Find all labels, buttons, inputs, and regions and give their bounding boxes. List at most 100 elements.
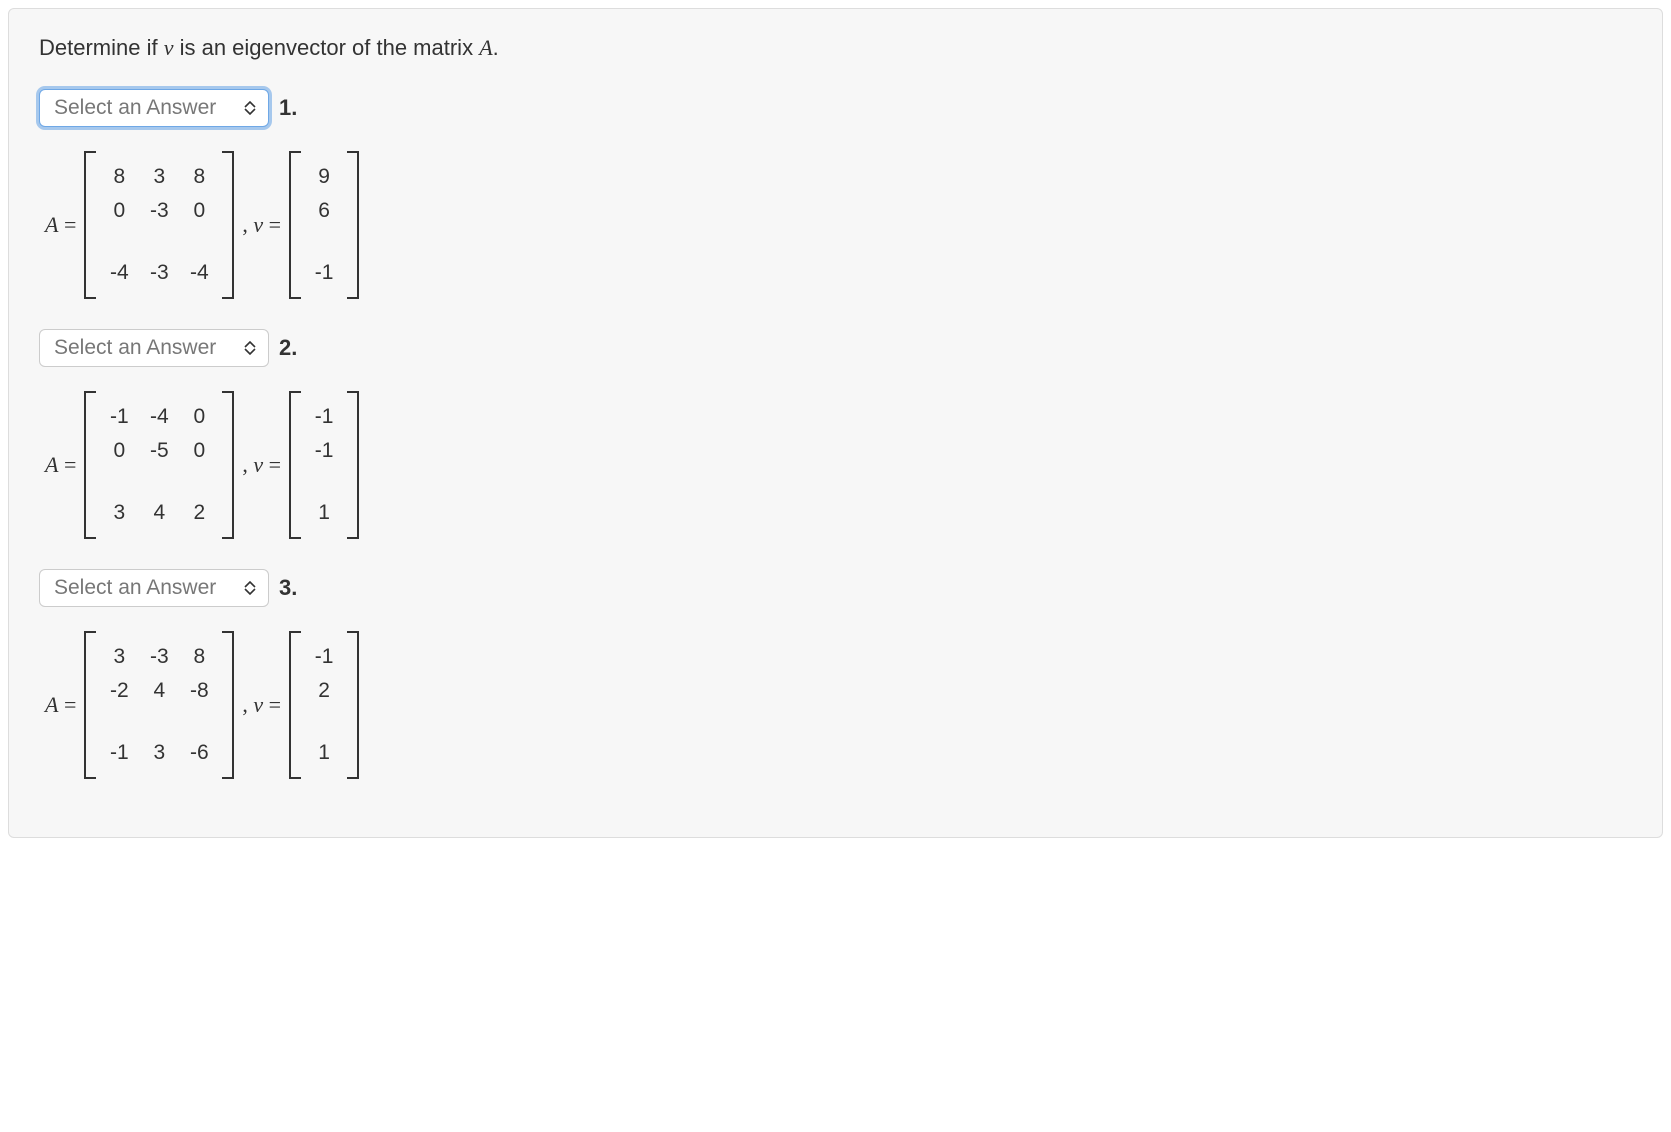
matrix-A-cell: -3	[148, 645, 170, 669]
bracket-right	[345, 631, 359, 779]
matrix-A-body: -1 -4 0 0 -5 0 342	[98, 391, 220, 539]
equation: A = 838 0 -3 0 -4 -3 -4 , v = 9 6 -1	[39, 133, 1632, 317]
matrix-A-cell: 3	[148, 165, 170, 189]
matrix-spacer	[188, 713, 210, 731]
bracket-right	[345, 151, 359, 299]
chevron-up-down-icon	[244, 341, 256, 355]
matrix-v-cell: -1	[313, 405, 335, 429]
A-equals-label: A =	[45, 212, 76, 238]
matrix-v-body: -1 2 1	[303, 631, 345, 779]
matrix-A-cell: -4	[188, 261, 210, 285]
answer-select[interactable]: Select an Answer	[39, 569, 269, 607]
matrix-A: -1 -4 0 0 -5 0 342	[84, 391, 234, 539]
part-header: Select an Answer 1.	[39, 89, 1632, 127]
matrix-v: -1 2 1	[289, 631, 359, 779]
matrix-A-cell: -3	[148, 261, 170, 285]
A-equals-label: A =	[45, 692, 76, 718]
bracket-right	[220, 151, 234, 299]
matrix-v-body: -1 -1 1	[303, 391, 345, 539]
part-number: 1.	[279, 95, 297, 121]
answer-select[interactable]: Select an Answer	[39, 89, 269, 127]
question-mid: is an eigenvector of the matrix	[173, 35, 479, 60]
bracket-left	[289, 151, 303, 299]
comma-v-equals-label: , v =	[242, 692, 281, 718]
bracket-left	[289, 631, 303, 779]
answer-select[interactable]: Select an Answer	[39, 329, 269, 367]
matrix-v: -1 -1 1	[289, 391, 359, 539]
matrix-A-cell: -5	[148, 439, 170, 463]
matrix-A-cell: 8	[188, 165, 210, 189]
matrix-A: 838 0 -3 0 -4 -3 -4	[84, 151, 234, 299]
matrix-A-cell: 3	[108, 645, 130, 669]
bracket-right	[345, 391, 359, 539]
matrix-A-cell: 0	[108, 199, 130, 223]
matrix-A-cell: 8	[108, 165, 130, 189]
matrix-A-cell: 0	[188, 199, 210, 223]
equation: A = 3-38-24-8-13-6, v = -121	[39, 613, 1632, 797]
question-text: Determine if v is an eigenvector of the …	[39, 35, 1632, 61]
matrix-spacer	[313, 473, 335, 491]
matrix-spacer	[313, 233, 335, 251]
matrix-v: 9 6 -1	[289, 151, 359, 299]
matrix-A-body: 3-38-24-8-13-6	[98, 631, 220, 779]
part-header: Select an Answer 2.	[39, 329, 1632, 367]
answer-select-label: Select an Answer	[54, 96, 216, 120]
matrix-A-cell: 4	[148, 501, 170, 525]
matrix-A-cell: 3	[148, 741, 170, 765]
matrix-spacer	[108, 233, 130, 251]
matrix-v-cell: 6	[313, 199, 335, 223]
chevron-up-down-icon	[244, 581, 256, 595]
matrix-spacer	[188, 233, 210, 251]
matrix-spacer	[188, 473, 210, 491]
matrix-A-cell: 0	[188, 405, 210, 429]
part-header: Select an Answer 3.	[39, 569, 1632, 607]
matrix-v-cell: 1	[313, 741, 335, 765]
bracket-right	[220, 391, 234, 539]
comma-v-equals-label: , v =	[242, 452, 281, 478]
matrix-A-cell: -6	[188, 741, 210, 765]
bracket-left	[84, 391, 98, 539]
bracket-left	[84, 151, 98, 299]
matrix-v-cell: 9	[313, 165, 335, 189]
variable-A: A	[479, 35, 492, 60]
matrix-v-cell: -1	[313, 645, 335, 669]
bracket-left	[84, 631, 98, 779]
matrix-A-cell: -1	[108, 741, 130, 765]
answer-select-label: Select an Answer	[54, 336, 216, 360]
matrix-A-cell: -2	[108, 679, 130, 703]
matrix-A-cell: 0	[108, 439, 130, 463]
matrix-A-cell: 4	[148, 679, 170, 703]
matrix-A-cell: -3	[148, 199, 170, 223]
matrix-v-cell: 2	[313, 679, 335, 703]
matrix-A-cell: -1	[108, 405, 130, 429]
A-equals-label: A =	[45, 452, 76, 478]
matrix-v-cell: -1	[313, 261, 335, 285]
matrix-spacer	[108, 713, 130, 731]
matrix-A: 3-38-24-8-13-6	[84, 631, 234, 779]
bracket-left	[289, 391, 303, 539]
matrix-A-cell: 2	[188, 501, 210, 525]
chevron-up-down-icon	[244, 101, 256, 115]
comma-v-equals-label: , v =	[242, 212, 281, 238]
matrix-A-cell: 3	[108, 501, 130, 525]
matrix-A-cell: -8	[188, 679, 210, 703]
equation: A = -1 -4 0 0 -5 0 342 , v = -1 -1 1	[39, 373, 1632, 557]
matrix-spacer	[313, 713, 335, 731]
matrix-v-body: 9 6 -1	[303, 151, 345, 299]
matrix-spacer	[148, 233, 170, 251]
part-number: 2.	[279, 335, 297, 361]
part-number: 3.	[279, 575, 297, 601]
matrix-A-cell: 0	[188, 439, 210, 463]
matrix-spacer	[108, 473, 130, 491]
question-suffix: .	[493, 35, 499, 60]
matrix-spacer	[148, 713, 170, 731]
matrix-v-cell: 1	[313, 501, 335, 525]
matrix-spacer	[148, 473, 170, 491]
matrix-A-cell: -4	[108, 261, 130, 285]
matrix-A-body: 838 0 -3 0 -4 -3 -4	[98, 151, 220, 299]
matrix-A-cell: -4	[148, 405, 170, 429]
matrix-v-cell: -1	[313, 439, 335, 463]
answer-select-label: Select an Answer	[54, 576, 216, 600]
question-prefix: Determine if	[39, 35, 164, 60]
bracket-right	[220, 631, 234, 779]
